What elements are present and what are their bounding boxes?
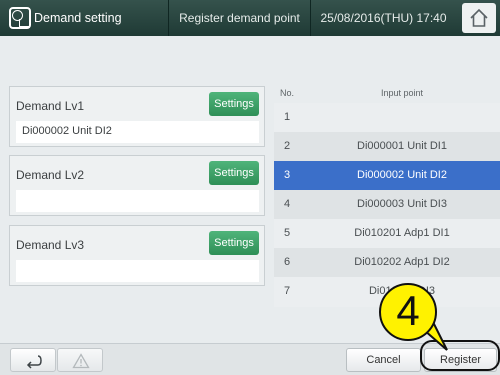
step-number-callout: 4: [379, 283, 437, 341]
demand-setting-screen: Demand setting Register demand point 25/…: [0, 0, 500, 375]
